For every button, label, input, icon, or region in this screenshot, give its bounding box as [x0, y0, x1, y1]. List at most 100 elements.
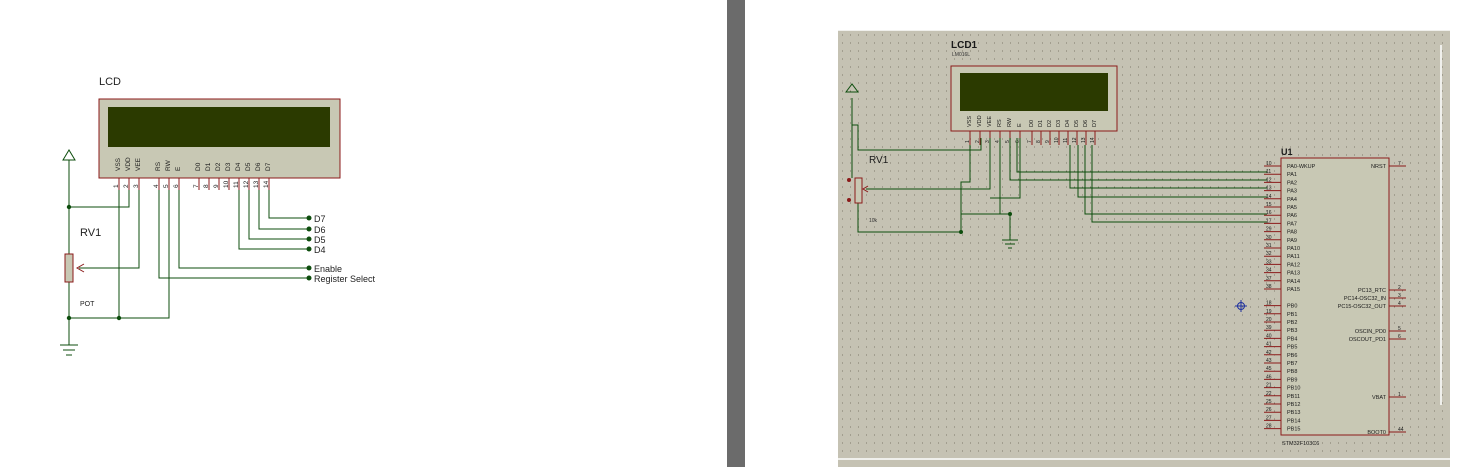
mcu-pin-number: 44 [1398, 427, 1404, 433]
mcu-pin-number: 46 [1266, 374, 1272, 380]
mcu-pin-name: PB9 [1287, 377, 1297, 383]
mcu-pin-number: 28 [1266, 424, 1272, 430]
mcu-pin-number: 18 [1266, 301, 1272, 307]
left-lcd-pin-name: D2 [215, 162, 222, 171]
mcu-pin-number: 31 [1266, 243, 1272, 249]
mcu-pin-number: 11 [1266, 169, 1271, 175]
net-terminal-dot[interactable] [306, 215, 312, 221]
mcu-pin-number: 16 [1266, 210, 1272, 216]
left-lcd-pin-number: 1 [113, 184, 120, 188]
mcu-pin-number: 22 [1266, 391, 1272, 397]
right-lcd-pin-number: 7 [1027, 140, 1033, 143]
right-lcd-pin-name: VEE [987, 116, 993, 127]
net-terminal-label: D7 [314, 214, 326, 224]
right-lcd-pin-name: VSS [967, 116, 973, 127]
left-lcd-pin-number: 7 [193, 184, 200, 188]
mcu-pin-number: 40 [1266, 333, 1272, 339]
mcu-pin-number: 26 [1266, 407, 1272, 413]
mcu-pin-name: NRST [1371, 164, 1387, 170]
mcu-pin-name: PA4 [1287, 197, 1297, 203]
mcu-pin-name: PA8 [1287, 230, 1297, 236]
left-junction [66, 204, 72, 210]
mcu-pin-number: 15 [1266, 202, 1272, 208]
mcu-pin-number: 34 [1266, 268, 1272, 274]
mcu-pin-number: 6 [1398, 334, 1401, 340]
mcu-pin-name: OSCOUT_PD1 [1349, 337, 1386, 343]
mcu-pin-name: PA14 [1287, 279, 1300, 285]
mcu-pin-name: PA0-WKUP [1287, 164, 1316, 170]
mcu-pin-name: PC13_RTC [1358, 288, 1386, 294]
mcu-pin-number: 45 [1266, 366, 1272, 372]
mcu-pin-name: PB6 [1287, 353, 1297, 359]
right-lcd-pin-name: VDD [977, 115, 983, 127]
right-pot-ref: RV1 [869, 155, 889, 166]
right-lcd-ref: LCD1 [951, 40, 978, 51]
mcu-pin-name: PB15 [1287, 427, 1300, 433]
right-lcd-pin-name: RS [997, 119, 1003, 127]
left-lcd-screen [108, 107, 330, 147]
mcu-pin-number: 41 [1266, 342, 1272, 348]
net-terminal-dot[interactable] [306, 265, 312, 271]
left-lcd-pin-name: D4 [235, 162, 242, 171]
left-lcd-pin-name: VSS [115, 157, 122, 171]
mcu-pin-name: BOOT0 [1367, 430, 1386, 436]
mcu-part: STM32F103C6 [1282, 441, 1319, 447]
right-lcd-part: LM016L [952, 52, 970, 58]
mcu-pin-name: OSCIN_PD0 [1355, 329, 1386, 335]
mcu-pin-name: PB7 [1287, 361, 1297, 367]
mcu-pin-name: PA5 [1287, 205, 1297, 211]
mcu-pin-number: 32 [1266, 251, 1272, 257]
left-lcd-pin-name: D6 [255, 162, 262, 171]
net-terminal-dot[interactable] [306, 236, 312, 242]
right-junction [1008, 212, 1012, 216]
schematic-canvas: LCD VSS 1 VDD 2 VEE 3 RS 4 RW 5 E 6 D0 7 D1 8 D2 9 D3 10 D4 1… [0, 0, 1480, 467]
right-lcd-screen [960, 73, 1108, 111]
mcu-pin-number: 12 [1266, 177, 1272, 183]
net-terminal-dot[interactable] [306, 275, 312, 281]
mcu-pin-number: 37 [1266, 276, 1272, 282]
mcu-pin-name: PB10 [1287, 386, 1300, 392]
mcu-pin-name: PC15-OSC32_OUT [1338, 304, 1387, 310]
right-pot-pin [847, 198, 851, 202]
right-lcd-pin-number: 1 [965, 140, 971, 143]
mcu-pin-number: 7 [1398, 161, 1401, 167]
net-terminal-label: D5 [314, 235, 326, 245]
right-pot-body[interactable] [854, 177, 863, 204]
right-lcd-pin-name: D6 [1083, 120, 1089, 127]
mcu-pin-number: 19 [1266, 309, 1272, 315]
left-lcd-pin-name: D1 [205, 162, 212, 171]
mcu-pin-name: PA7 [1287, 221, 1297, 227]
mcu-pin-number: 29 [1266, 227, 1272, 233]
pane-divider[interactable] [727, 0, 745, 467]
right-pot-pin [847, 178, 851, 182]
mcu-pin-number: 43 [1266, 358, 1272, 364]
mcu-pin-name: PA13 [1287, 271, 1300, 277]
left-lcd-pin-number: 14 [263, 180, 270, 188]
left-pot-label: POT [80, 301, 95, 308]
mcu-pin-number: 1 [1398, 392, 1401, 398]
mcu-pin-name: PA3 [1287, 189, 1297, 195]
left-lcd-pin-name: D0 [195, 162, 202, 171]
mcu-pin-name: PB1 [1287, 312, 1297, 318]
net-terminal-label: Register Select [314, 274, 376, 284]
mcu-pin-name: PA2 [1287, 180, 1297, 186]
net-terminal-dot[interactable] [306, 226, 312, 232]
right-lcd-pin-number: 10 [1054, 137, 1060, 143]
left-lcd-pin-name: RW [165, 159, 172, 171]
right-lcd-pin-name: D0 [1029, 120, 1035, 127]
mcu-pin-name: PB4 [1287, 336, 1297, 342]
mcu-pin-number: 38 [1266, 284, 1272, 290]
left-pot-body[interactable] [64, 253, 74, 283]
mcu-pin-number: 3 [1398, 293, 1401, 299]
left-lcd-pin-name: RS [155, 161, 162, 171]
right-lcd-pin-number: 2 [975, 140, 981, 143]
mcu-pin-number: 42 [1266, 350, 1272, 356]
left-lcd-pin-number: 8 [203, 184, 210, 188]
left-lcd-pin-number: 3 [133, 184, 140, 188]
mcu-pin-name: PB2 [1287, 320, 1297, 326]
net-terminal-label: D6 [314, 225, 326, 235]
left-lcd-pin-number: 2 [123, 184, 130, 188]
mcu-pin-number: 2 [1398, 285, 1401, 291]
net-terminal-dot[interactable] [306, 246, 312, 252]
right-lcd-pin-number: 14 [1090, 137, 1096, 143]
